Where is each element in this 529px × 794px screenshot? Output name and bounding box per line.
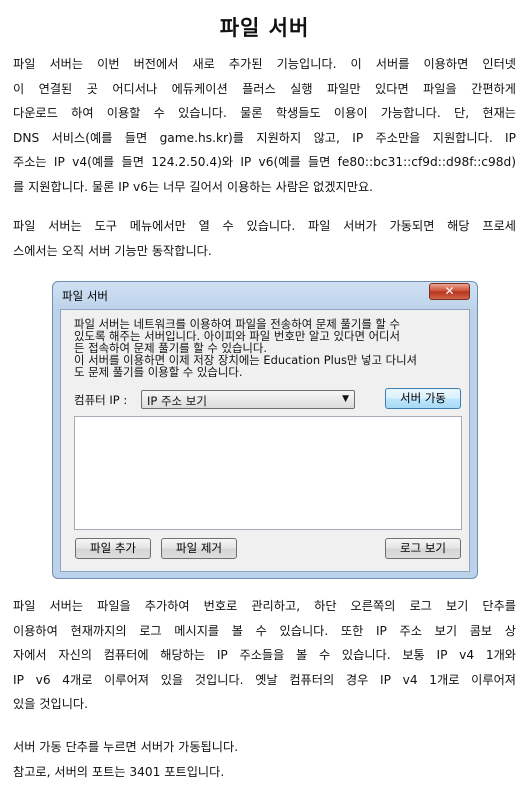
- file-server-dialog: 파일 서버 ✕ 파일 서버는 네트워크를 이용하여 파일을 전송하여 문제 풀기…: [52, 281, 478, 579]
- page-title: 파일 서버: [219, 16, 310, 40]
- file-list-box[interactable]: [74, 416, 462, 530]
- ip-address-combobox[interactable]: IP 주소 보기 ▼: [141, 390, 355, 409]
- text-line: 파일 서버는 이번 버전에서 새로 추가된 기능입니다. 이 서버를 이용하면 …: [13, 57, 516, 71]
- text-line: 를 지원합니다. 물론 IP v6는 너무 길어서 이용하는 사람은 없겠지만요…: [13, 179, 374, 194]
- usage-paragraph: 파일 서버는 파일을 추가하여 번호로 관리하고, 하단 오른쪽의 로그 보기 …: [13, 594, 516, 717]
- dialog-description: 파일 서버는 네트워크를 이용하여 파일을 전송하여 문제 풀기를 할 수 있도…: [74, 318, 466, 378]
- text-line: 있을 것입니다.: [13, 697, 89, 711]
- start-server-button[interactable]: 서버 가동: [385, 388, 461, 409]
- dialog-body: 파일 서버는 네트워크를 이용하여 파일을 전송하여 문제 풀기를 할 수 있도…: [60, 309, 470, 572]
- close-button[interactable]: ✕: [429, 283, 470, 300]
- text-line: 이용하여 현재까지의 로그 메시지를 볼 수 있습니다. 또한 IP 주소 보기…: [13, 623, 516, 638]
- text-line: 다운로드 하여 이용할 수 있습니다. 물론 학생들도 이용이 가능합니다. 단…: [13, 106, 516, 120]
- text-line: 서버 가동 단추를 누르면 서버가 가동됩니다.: [13, 740, 239, 754]
- computer-ip-label: 컴퓨터 IP :: [74, 393, 128, 407]
- text-line: 스에서는 오직 서버 기능만 동작합니다.: [13, 243, 212, 258]
- ip-combobox-value: IP 주소 보기: [147, 394, 207, 408]
- text-line: 참고로, 서버의 포트는 3401 포트입니다.: [13, 764, 225, 779]
- dropdown-arrow-icon: ▼: [342, 394, 349, 404]
- text-line: 이 연결된 곳 어디서나 에듀케이션 플러스 실행 파일만 있다면 파일을 간편…: [13, 81, 516, 96]
- port-paragraph: 서버 가동 단추를 누르면 서버가 가동됩니다. 참고로, 서버의 포트는 34…: [13, 735, 516, 784]
- text-line: 파일 서버는 도구 메뉴에서만 열 수 있습니다. 파일 서버가 가동되면 해당…: [13, 219, 516, 233]
- dialog-title: 파일 서버: [62, 289, 108, 303]
- text-line: IP v6 4개로 이루어져 있을 것입니다. 옛날 컴퓨터의 경우 IP v4…: [13, 672, 516, 687]
- text-line: 주소는 IP v4(예를 들면 124.2.50.4)와 IP v6(예를 들면…: [13, 155, 516, 169]
- intro-paragraph: 파일 서버는 이번 버전에서 새로 추가된 기능입니다. 이 서버를 이용하면 …: [13, 52, 516, 199]
- text-line: 자에서 자신의 컴퓨터에 해당하는 IP 주소들을 볼 수 있습니다. 보통 I…: [13, 648, 516, 662]
- text-line: DNS 서비스(예를 들면 game.hs.kr)를 지원하지 않고, IP 주…: [13, 130, 516, 145]
- close-icon: ✕: [444, 284, 455, 298]
- menu-paragraph: 파일 서버는 도구 메뉴에서만 열 수 있습니다. 파일 서버가 가동되면 해당…: [13, 214, 516, 263]
- text-line: 파일 서버는 파일을 추가하여 번호로 관리하고, 하단 오른쪽의 로그 보기 …: [13, 599, 516, 613]
- view-log-button[interactable]: 로그 보기: [385, 538, 461, 559]
- description-line: 도 문제 풀기를 이용할 수 있습니다.: [74, 365, 243, 379]
- add-file-button[interactable]: 파일 추가: [75, 538, 151, 559]
- remove-file-button[interactable]: 파일 제거: [161, 538, 237, 559]
- dialog-titlebar[interactable]: 파일 서버 ✕: [53, 282, 477, 308]
